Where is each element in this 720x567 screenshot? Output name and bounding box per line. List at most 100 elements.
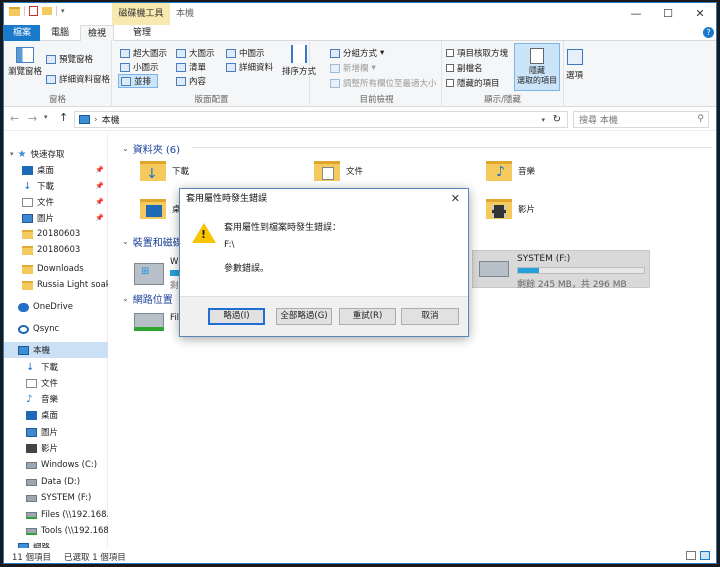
sidebar-item-pictures[interactable]: 圖片 📌 <box>4 210 108 226</box>
size-all-columns-button[interactable]: 調整所有欄位至最適大小 <box>330 77 437 89</box>
folder-item-music[interactable]: ♪ 音樂 <box>486 161 535 181</box>
details-option[interactable]: 詳細資料 <box>226 61 273 73</box>
large-icons-option[interactable]: 大圖示 <box>176 47 215 59</box>
list-option[interactable]: 清單 <box>176 61 206 73</box>
sidebar-item-this-pc[interactable]: 本機 <box>4 342 108 358</box>
warning-icon: ! <box>192 223 216 243</box>
separator <box>56 6 57 16</box>
panes-group-label: 窗格 <box>48 95 66 105</box>
properties-icon[interactable] <box>29 6 38 16</box>
folder-item-videos[interactable]: 影片 <box>486 199 535 219</box>
ignore-button[interactable]: 略過(I) <box>208 308 265 325</box>
content-label: 內容 <box>189 77 207 87</box>
hidden-items-toggle[interactable]: 隱藏的項目 <box>446 77 500 89</box>
search-box[interactable]: 搜尋 本機 ⚲ <box>573 111 709 128</box>
chevron-down-icon: ⌄ <box>122 237 129 246</box>
sidebar-item-folder[interactable]: 20180603 <box>4 242 108 258</box>
sort-by-button[interactable]: 排序方式 <box>282 45 316 77</box>
tiles-view-icon[interactable] <box>700 551 710 560</box>
sidebar-item-downloads[interactable]: ↓ 下載 📌 <box>4 178 108 194</box>
picture-icon <box>26 427 37 437</box>
sidebar-item-label: 文件 <box>41 379 59 389</box>
tab-manage[interactable]: 管理 <box>122 25 162 41</box>
small-icons-option[interactable]: 小圖示 <box>120 61 159 73</box>
dialog-path: F:\ <box>224 240 235 250</box>
sidebar-item-qsync[interactable]: Qsync <box>4 321 108 337</box>
content-option[interactable]: 內容 <box>176 75 206 87</box>
address-bar[interactable]: › 本機 ▾ ↻ <box>74 111 568 128</box>
drive-free: 剩餘 245 MB，共 296 MB <box>517 280 627 290</box>
add-columns-button[interactable]: 新增欄 ▾ <box>330 62 376 74</box>
ignore-all-button[interactable]: 全部略過(G) <box>276 308 332 325</box>
up-icon[interactable]: ↑ <box>59 111 68 124</box>
options-button[interactable]: 選項 <box>566 49 583 81</box>
forward-icon[interactable]: → <box>28 112 37 125</box>
sidebar-item-drive-d[interactable]: Data (D:) <box>4 474 108 490</box>
tiles-option[interactable]: 並排 <box>118 74 159 88</box>
tab-computer[interactable]: 電腦 <box>42 25 78 41</box>
sidebar-item-folder[interactable]: 20180603 <box>4 226 108 242</box>
search-input[interactable]: 搜尋 本機 <box>579 113 618 126</box>
network-item-files[interactable]: File <box>134 313 184 331</box>
folder-icon <box>22 229 33 239</box>
xl-icons-option[interactable]: 超大圖示 <box>120 47 167 59</box>
sidebar-item-documents[interactable]: 文件 <box>4 375 108 391</box>
back-icon[interactable]: ← <box>10 112 19 125</box>
recent-locations-icon[interactable]: ▾ <box>44 113 48 121</box>
network-section-header[interactable]: ⌄ 網路位置 <box>122 291 173 306</box>
folders-section-header[interactable]: ⌄ 資料夾 (6) <box>122 141 712 156</box>
help-icon[interactable]: ? <box>703 27 714 38</box>
maximize-button[interactable]: ☐ <box>652 3 684 25</box>
devices-header-label: 裝置和磁碟 <box>132 238 183 249</box>
sidebar-item-pictures[interactable]: 圖片 <box>4 424 108 440</box>
retry-button[interactable]: 重試(R) <box>339 308 396 325</box>
address-dropdown-icon[interactable]: ▾ <box>541 116 545 124</box>
sidebar-item-folder[interactable]: Russia Light soaki <box>4 277 108 293</box>
sidebar-item-downloads[interactable]: ↓ 下載 <box>4 359 108 375</box>
sidebar-item-quick-access[interactable]: ▾ ★ 快速存取 <box>4 146 108 162</box>
drive-item-system-f[interactable]: SYSTEM (F:) 剩餘 245 MB，共 296 MB <box>472 250 650 290</box>
sidebar-item-documents[interactable]: 文件 📌 <box>4 194 108 210</box>
customize-toolbar-icon[interactable]: ▾ <box>61 7 65 15</box>
item-checkboxes-toggle[interactable]: 項目核取方塊 <box>446 47 508 59</box>
details-view-icon[interactable] <box>686 551 696 560</box>
nav-pane-button[interactable]: 瀏覽窗格 <box>8 47 42 77</box>
sidebar-item-label: Downloads <box>37 264 84 274</box>
title-bar: ▾ 磁碟機工具 本機 — ☐ ✕ <box>4 3 716 25</box>
devices-section-header[interactable]: ⌄ 裝置和磁碟 <box>122 234 183 249</box>
sidebar-item-desktop[interactable]: 桌面 📌 <box>4 162 108 178</box>
group-by-button[interactable]: 分組方式 ▾ <box>330 47 384 59</box>
folder-item-downloads[interactable]: ↓ 下載 <box>140 161 189 182</box>
drive-icon <box>26 494 37 502</box>
sidebar-item-network-files[interactable]: Files (\\192.168.1. <box>4 507 108 523</box>
navigation-bar: ← → ▾ ↑ › 本機 ▾ ↻ 搜尋 本機 ⚲ <box>4 107 716 131</box>
sidebar-item-drive-f[interactable]: SYSTEM (F:) <box>4 490 108 506</box>
folder-icon <box>22 280 33 290</box>
sidebar-item-drive-c[interactable]: Windows (C:) <box>4 457 108 473</box>
dialog-close-button[interactable]: ✕ <box>451 189 460 209</box>
folder-item-desktop[interactable]: 桌 <box>140 199 181 219</box>
tab-view[interactable]: 檢視 <box>80 25 114 41</box>
cancel-button[interactable]: 取消 <box>401 308 459 325</box>
refresh-icon[interactable]: ↻ <box>553 114 561 125</box>
details-pane-button[interactable]: 詳細資料窗格 <box>46 73 110 85</box>
preview-pane-button[interactable]: 預覽窗格 <box>46 53 93 65</box>
drive-tools-context-label: 磁碟機工具 <box>112 3 170 25</box>
sidebar-item-onedrive[interactable]: OneDrive <box>4 299 108 315</box>
sidebar-item-videos[interactable]: 影片 <box>4 440 108 456</box>
file-extensions-toggle[interactable]: 副檔名 <box>446 62 483 74</box>
medium-icons-option[interactable]: 中圖示 <box>226 47 265 59</box>
checkbox-icon <box>446 64 454 72</box>
minimize-button[interactable]: — <box>620 3 652 25</box>
hide-selected-button[interactable]: 隱藏 選取的項目 <box>514 43 560 91</box>
sidebar-item-network-tools[interactable]: Tools (\\192.168. <box>4 523 108 539</box>
sidebar-item-desktop[interactable]: 桌面 <box>4 407 108 423</box>
sidebar-item-folder[interactable]: Downloads <box>4 261 108 277</box>
new-folder-icon[interactable] <box>42 7 52 15</box>
close-button[interactable]: ✕ <box>684 3 716 25</box>
drive-usage-bar <box>517 267 645 274</box>
tab-file[interactable]: 檔案 <box>4 25 40 41</box>
folder-item-documents[interactable]: 文件 <box>314 161 363 181</box>
sidebar-item-music[interactable]: ♪ 音樂 <box>4 391 108 407</box>
drive-usage-fill <box>518 268 540 273</box>
